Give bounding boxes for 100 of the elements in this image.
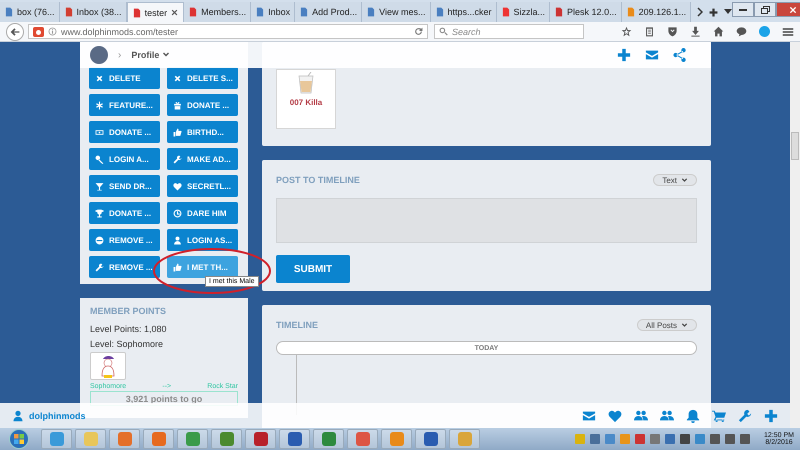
browser-tab[interactable]: tester <box>126 2 184 22</box>
cart-icon[interactable] <box>712 408 726 422</box>
browser-tab[interactable]: View mes... <box>362 2 431 22</box>
browser-tab[interactable]: https...cker <box>430 2 497 22</box>
taskbar-app-button[interactable] <box>41 429 72 449</box>
page-icon <box>299 7 310 17</box>
scrollbar[interactable] <box>790 42 800 428</box>
browser-tab[interactable]: 209.126.1... <box>622 2 692 22</box>
minimize-button[interactable] <box>732 2 754 17</box>
post-type-dropdown[interactable]: Text <box>653 174 697 186</box>
filter-dropdown[interactable]: All Posts <box>636 319 697 331</box>
browser-tab[interactable]: Sizzla... <box>496 2 550 22</box>
dropdown-arrow-icon <box>724 9 732 15</box>
page-icon <box>255 7 266 17</box>
app-icon <box>82 431 98 447</box>
close-icon[interactable] <box>170 8 180 17</box>
shield-icon[interactable] <box>667 26 678 37</box>
browser-tab[interactable]: Inbox <box>251 2 296 22</box>
action-button[interactable]: I MET TH... <box>167 256 238 278</box>
taskbar-app-button[interactable] <box>211 429 242 449</box>
wrench-icon <box>173 154 182 164</box>
level-points: Level Points: 1,080 <box>90 324 168 334</box>
chevron-down-icon <box>681 322 688 328</box>
wrench-icon[interactable] <box>738 408 752 422</box>
minimize-icon <box>739 8 748 11</box>
info-icon <box>48 27 57 36</box>
browser-tab[interactable]: box (76... <box>0 2 60 22</box>
taskbar-app-button[interactable] <box>143 429 174 449</box>
thumbs-up-icon <box>173 128 182 136</box>
browser-tab[interactable]: Add Prod... <box>295 2 362 22</box>
action-button[interactable]: DELETE <box>89 67 160 89</box>
profile-menu[interactable]: Profile <box>131 50 170 60</box>
person-icon <box>12 410 24 422</box>
envelope-icon[interactable] <box>582 408 596 422</box>
envelope-icon[interactable] <box>645 48 659 62</box>
chevron-down-icon <box>681 176 688 184</box>
thumbs-up-icon <box>173 262 182 272</box>
level-name: Level: Sophomore <box>90 339 164 349</box>
browser-tab[interactable]: Members... <box>184 2 252 22</box>
app-icon <box>354 431 370 447</box>
wrench-icon <box>95 262 104 272</box>
clipboard-icon[interactable] <box>644 26 655 37</box>
breadcrumb-separator: › <box>118 50 122 60</box>
restore-button[interactable] <box>754 2 776 17</box>
people-icon[interactable] <box>660 408 674 422</box>
home-icon[interactable] <box>713 26 724 37</box>
action-button[interactable]: LOGIN A... <box>89 148 160 170</box>
taskbar-app-button[interactable] <box>109 429 140 449</box>
heart-icon[interactable] <box>608 408 622 422</box>
browser-tab[interactable]: Inbox (38... <box>60 2 127 22</box>
action-button[interactable]: LOGIN AS... <box>167 229 238 251</box>
page-icon <box>626 7 636 17</box>
gift-tile[interactable]: 007 Killa <box>276 69 336 129</box>
close-window-button[interactable] <box>776 2 800 17</box>
back-button[interactable] <box>6 22 24 40</box>
scrollbar-thumb[interactable] <box>791 132 799 160</box>
star-icon[interactable] <box>621 26 632 37</box>
action-button[interactable]: REMOVE ... <box>89 229 160 251</box>
download-icon[interactable] <box>690 26 701 37</box>
action-button[interactable]: FEATURE... <box>89 94 160 116</box>
taskbar-app-button[interactable] <box>177 429 208 449</box>
address-field[interactable]: www.dolphinmods.com/tester <box>28 24 428 39</box>
action-button[interactable]: DELETE S... <box>167 67 238 89</box>
bell-icon[interactable] <box>686 408 700 422</box>
username-link[interactable]: dolphinmods <box>29 410 86 420</box>
post-input[interactable] <box>276 198 697 243</box>
taskbar-app-button[interactable] <box>245 429 276 449</box>
page-icon <box>554 7 564 17</box>
search-field[interactable]: Search <box>434 24 584 39</box>
people-icon[interactable] <box>634 408 648 422</box>
avatar[interactable] <box>90 46 108 64</box>
taskbar-app-button[interactable] <box>313 429 344 449</box>
taskbar-app-button[interactable] <box>415 429 446 449</box>
app-icon <box>252 431 268 447</box>
action-button[interactable]: REMOVE ... <box>89 256 160 278</box>
action-button[interactable]: DONATE ... <box>89 121 160 143</box>
menu-icon[interactable] <box>782 26 794 38</box>
action-button[interactable]: SECRETL... <box>167 175 238 197</box>
key-icon <box>95 154 104 164</box>
submit-button[interactable]: SUBMIT <box>276 255 350 283</box>
page-icon <box>64 7 74 17</box>
x-icon <box>173 74 182 82</box>
s-circle-icon <box>759 26 770 37</box>
share-icon[interactable] <box>673 48 687 62</box>
browser-tab[interactable]: Plesk 12.0... <box>550 2 622 22</box>
plus-icon[interactable] <box>709 8 718 16</box>
action-button[interactable]: DARE HIM <box>167 202 238 224</box>
chat-bubble-icon[interactable] <box>736 26 747 37</box>
action-button[interactable]: SEND DR... <box>89 175 160 197</box>
taskbar-app-button[interactable] <box>347 429 378 449</box>
app-icon <box>422 431 438 447</box>
action-button[interactable]: DONATE ... <box>167 94 238 116</box>
action-button[interactable]: MAKE AD... <box>167 148 238 170</box>
app-icon <box>218 431 234 447</box>
action-button[interactable]: DONATE ... <box>89 202 160 224</box>
taskbar-app-button[interactable] <box>279 429 310 449</box>
action-button[interactable]: BIRTHD... <box>167 121 238 143</box>
page-icon <box>4 7 14 17</box>
start-button-drawing <box>6 429 32 449</box>
reload-icon[interactable] <box>414 27 423 36</box>
